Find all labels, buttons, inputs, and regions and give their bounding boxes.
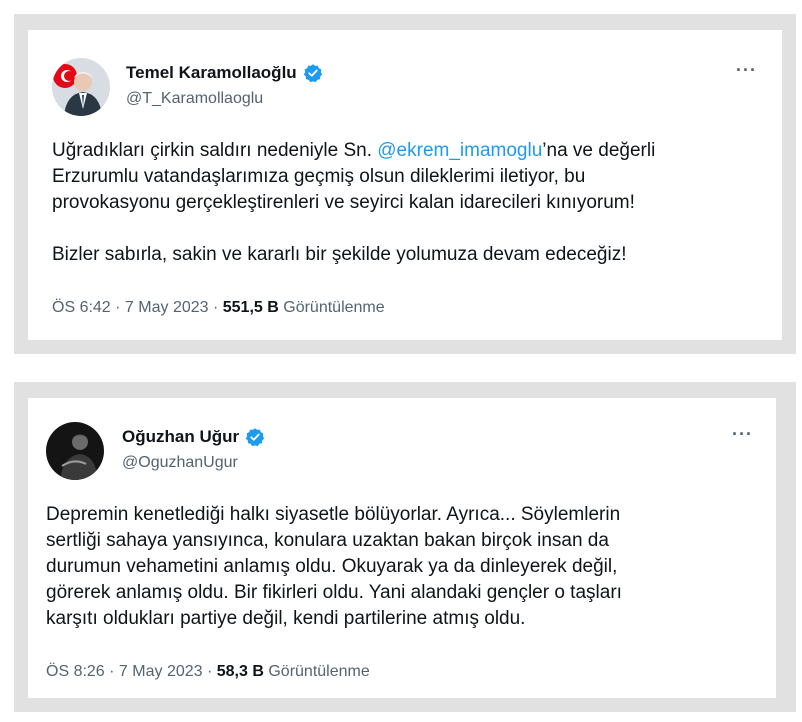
more-options-icon[interactable]: ··· xyxy=(732,424,753,445)
tweet-meta: ÖS 8:26 · 7 May 2023 · 58,3 B Görüntülen… xyxy=(46,663,370,680)
author-handle[interactable]: @T_Karamollaoglu xyxy=(126,90,263,108)
verified-badge-icon xyxy=(245,428,265,447)
author-name-row: Oğuzhan Uğur xyxy=(122,427,265,447)
views-label: Görüntülenme xyxy=(268,663,370,680)
tweet-date[interactable]: 7 May 2023 xyxy=(125,299,209,316)
tweet-date[interactable]: 7 May 2023 xyxy=(119,663,203,680)
tweet-text-start: Uğradıkları çirkin saldırı nedeniyle Sn. xyxy=(52,140,378,161)
avatar-photo-icon xyxy=(46,422,104,480)
tweet-text: Uğradıkları çirkin saldırı nedeniyle Sn.… xyxy=(52,138,767,268)
tweet-card-2[interactable]: Oğuzhan Uğur @OguzhanUgur ··· Depremin k… xyxy=(28,398,776,698)
author-handle[interactable]: @OguzhanUgur xyxy=(122,454,238,472)
views-label: Görüntülenme xyxy=(283,299,385,316)
mention-link[interactable]: @ekrem_imamoglu xyxy=(377,140,542,161)
tweet-card-1[interactable]: Temel Karamollaoğlu @T_Karamollaoglu ···… xyxy=(28,30,782,340)
tweet-meta: ÖS 6:42 · 7 May 2023 · 551,5 B Görüntüle… xyxy=(52,299,385,316)
views-count: 551,5 B xyxy=(222,299,279,316)
tweet-time[interactable]: ÖS 6:42 xyxy=(52,299,111,316)
avatar-photo-icon xyxy=(52,58,110,116)
views-count: 58,3 B xyxy=(216,663,264,680)
author-name-row: Temel Karamollaoğlu xyxy=(126,63,323,83)
avatar[interactable] xyxy=(52,58,110,116)
more-options-icon[interactable]: ··· xyxy=(736,60,757,81)
author-name[interactable]: Temel Karamollaoğlu xyxy=(126,63,297,83)
avatar[interactable] xyxy=(46,422,104,480)
author-name[interactable]: Oğuzhan Uğur xyxy=(122,427,239,447)
tweet-time[interactable]: ÖS 8:26 xyxy=(46,663,105,680)
tweet-text: Depremin kenetlediği halkı siyasetle böl… xyxy=(46,504,622,629)
verified-badge-icon xyxy=(303,64,322,83)
